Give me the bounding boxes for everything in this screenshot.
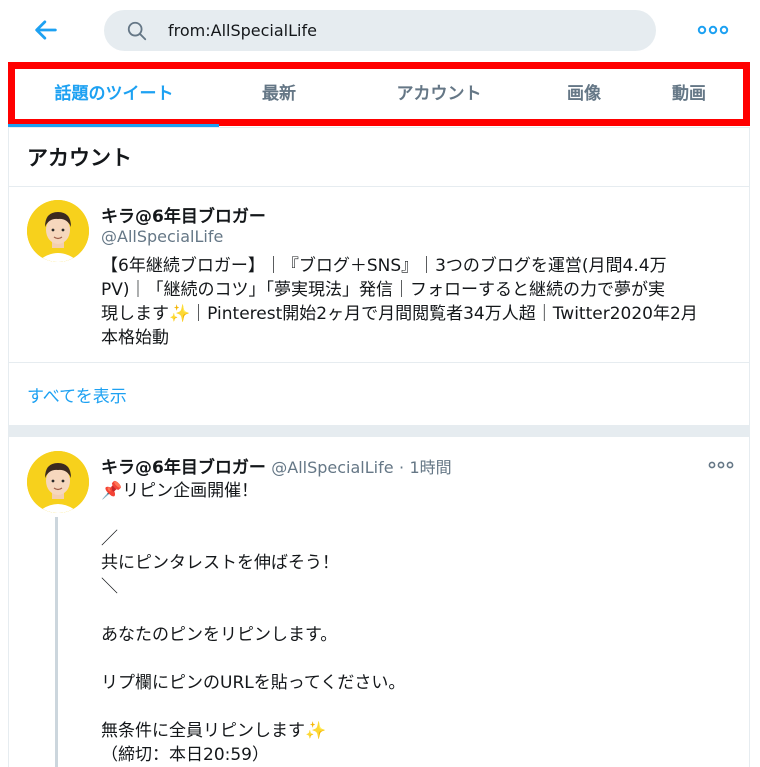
bio-line: 本格始動 [101,328,169,348]
tweet-line: 📌リピン企画開催！ [101,479,721,503]
top-bar [0,0,760,62]
divider [9,362,749,363]
tweet-text: 📌リピン企画開催！ ／ 共にピンタレストを伸ばそう！ ＼ あなたのピンをリピンし… [101,479,721,767]
avatar-illustration [27,200,89,262]
tab-top-tweets[interactable]: 話題のツイート [14,69,214,119]
tweet-line: ／ [101,529,118,549]
tab-videos[interactable]: 動画 [644,69,734,119]
account-bio: 【6年継続ブロガー】｜『ブログ＋SNS』｜3つのブログを運営(月間4.4万 PV… [101,254,741,350]
tweet-line: 無条件に全員リピンします✨ [101,719,721,743]
bio-line: PV)｜「継続のコツ」「夢実現法」発信｜フォローすると継続の力で夢が実 [101,280,666,300]
divider [9,186,749,187]
more-icon[interactable] [696,20,730,40]
account-name[interactable]: キラ@6年目ブロガー [101,202,266,227]
tweet-line-text: 無条件に全員リピンします [101,721,305,741]
section-title: アカウント [27,146,132,170]
tweet-line: あなたのピンをリピンします。 [101,625,338,645]
tab-latest[interactable]: 最新 [229,69,329,119]
account-handle: @AllSpecialLife [101,227,224,246]
bio-line-text: ｜Pinterest開始2ヶ月で月間閲覧者34万人超｜Twitter2020年2… [190,304,698,324]
tweet[interactable]: キラ@6年目ブロガー @AllSpecialLife · 1時間 📌リピン企画開… [8,437,750,767]
sparkle-icon: ✨ [169,304,191,324]
sparkle-icon: ✨ [305,721,327,741]
tab-accounts[interactable]: アカウント [354,69,524,119]
accounts-section: アカウント キラ@6年目ブロガー @AllSpecialLife 【6年継続ブロ… [8,128,750,425]
back-arrow-icon[interactable] [32,16,60,44]
tweet-separator: · [398,458,405,477]
search-box [104,10,656,51]
tweet-line-text: リピン企画開催！ [122,481,259,501]
tweet-line: ＼ [101,577,118,597]
bio-line: 現します✨｜Pinterest開始2ヶ月で月間閲覧者34万人超｜Twitter2… [101,302,741,326]
pushpin-icon: 📌 [101,481,123,501]
tweet-author-handle: @AllSpecialLife [271,458,394,477]
tweet-time[interactable]: 1時間 [409,458,451,477]
bio-line-text: 現します [101,304,169,324]
avatar[interactable] [27,200,89,262]
avatar[interactable] [27,451,89,513]
bio-line: 【6年継続ブロガー】｜『ブログ＋SNS』｜3つのブログを運営(月間4.4万 [101,256,667,276]
search-tabs: 話題のツイート 最新 アカウント 画像 動画 [14,69,744,119]
tweet-line: リプ欄にピンのURLを貼ってください。 [101,673,406,693]
thread-line [55,517,58,767]
more-icon[interactable] [707,457,735,473]
section-gap [8,425,750,437]
tweet-author-name[interactable]: キラ@6年目ブロガー [101,458,266,478]
tab-images[interactable]: 画像 [529,69,639,119]
tweet-header: キラ@6年目ブロガー @AllSpecialLife · 1時間 [101,453,452,478]
tweet-line: （締切：本日20:59） [101,745,269,765]
search-icon [127,21,147,41]
avatar-illustration [27,451,89,513]
tweet-line: 共にピンタレストを伸ばそう！ [101,553,339,573]
show-all-link[interactable]: すべてを表示 [27,382,127,407]
search-input[interactable] [168,10,638,51]
